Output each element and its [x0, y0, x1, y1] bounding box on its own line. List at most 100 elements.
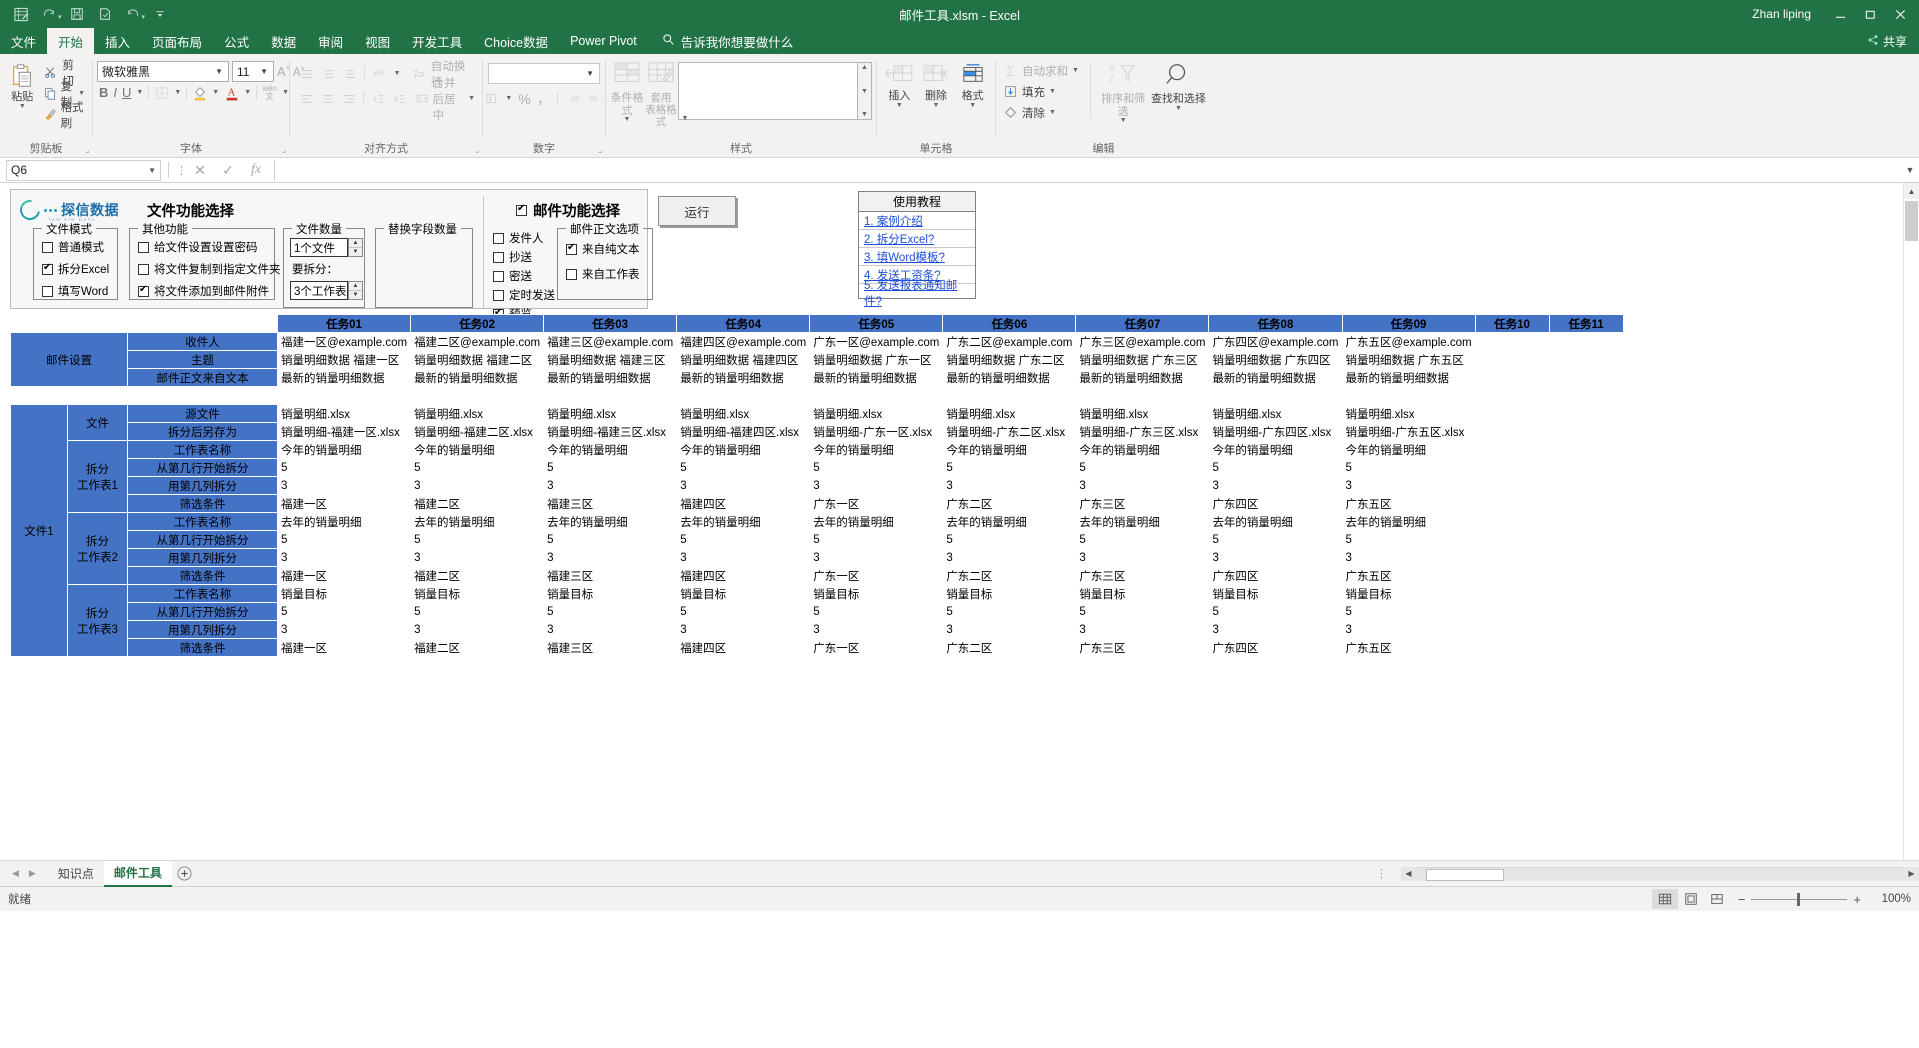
insert-cells-caret[interactable]: ▼: [896, 102, 903, 109]
cell-f0-0-0[interactable]: 销量明细.xlsx: [276, 404, 412, 423]
cell-f3-3-4[interactable]: 广东一区: [809, 638, 944, 657]
hscroll-right-icon[interactable]: ▶: [1904, 866, 1919, 881]
sheet-tab-splitter[interactable]: ⋮: [1362, 867, 1401, 880]
cell-f3-3-9[interactable]: [1474, 638, 1550, 657]
cell-f1-3-2[interactable]: 福建三区: [543, 494, 678, 513]
mail-options-list[interactable]: 发件人 抄送 密送 定时发送 预览: [493, 230, 555, 322]
column-header-task-7[interactable]: 任务07: [1075, 314, 1210, 333]
table-row[interactable]: 拆分 工作表1 工作表名称 今年的销量明细 今年的销量明细 今年的销量明细 今年的销量明细今…: [11, 440, 1624, 513]
tutorial-link-2[interactable]: 2. 拆分Excel?: [859, 230, 975, 248]
cell-f1-0-4[interactable]: 今年的销量明细: [809, 440, 944, 459]
formula-bar-grip[interactable]: ⋮: [176, 164, 187, 177]
cell-f1-0-8[interactable]: 今年的销量明细: [1341, 440, 1476, 459]
cell-f3-0-3[interactable]: 销量目标: [676, 584, 811, 603]
tab-developer[interactable]: 开发工具: [401, 28, 473, 54]
table-row[interactable]: 从第几行开始拆分 5 5 5 5 5 5 5 5 5: [11, 530, 1624, 549]
cell-mail-2-5[interactable]: 最新的销量明细数据: [942, 368, 1077, 387]
cell-f0-1-8[interactable]: 销量明细-广东五区.xlsx: [1341, 422, 1476, 441]
insert-function-icon[interactable]: fx: [242, 162, 270, 178]
tab-choice-data[interactable]: Choice数据: [473, 28, 559, 54]
column-header-task-6[interactable]: 任务06: [942, 314, 1077, 333]
fill-color-caret[interactable]: ▼: [212, 89, 219, 96]
user-account-name[interactable]: Zhan liping: [1752, 7, 1811, 21]
cell-f3-0-5[interactable]: 销量目标: [942, 584, 1077, 603]
table-row[interactable]: 主题 销量明细数据 福建一区 销量明细数据 福建二区 销量明细数据 福建三区 销量明细数…: [11, 350, 1624, 369]
cell-f2-0-7[interactable]: 去年的销量明细: [1208, 512, 1343, 531]
save-icon[interactable]: [64, 2, 90, 26]
zoom-percentage[interactable]: 100%: [1869, 893, 1911, 905]
cell-f1-1-7[interactable]: 5: [1208, 458, 1343, 477]
cell-f3-1-5[interactable]: 5: [942, 602, 1077, 621]
cell-f3-2-10[interactable]: [1548, 620, 1624, 639]
formula-input[interactable]: [274, 159, 1901, 181]
cell-mail-2-3[interactable]: 最新的销量明细数据: [676, 368, 811, 387]
last-sheet-icon[interactable]: ▶: [29, 868, 36, 879]
cell-mail-2-0[interactable]: 最新的销量明细数据: [276, 368, 412, 387]
cell-mail-2-10[interactable]: [1548, 368, 1624, 387]
table-row[interactable]: 拆分后另存为 销量明细-福建一区.xlsx 销量明细-福建二区.xlsx 销量明细-福…: [11, 422, 1624, 441]
cell-f3-0-7[interactable]: 销量目标: [1208, 584, 1343, 603]
align-left-icon[interactable]: [300, 91, 314, 106]
file-count-spin-down-icon[interactable]: ▼: [349, 248, 362, 256]
cell-f3-0-4[interactable]: 销量目标: [809, 584, 944, 603]
cell-f3-3-2[interactable]: 福建三区: [543, 638, 678, 657]
cell-f3-1-1[interactable]: 5: [410, 602, 545, 621]
cell-f2-0-8[interactable]: 去年的销量明细: [1341, 512, 1476, 531]
cell-f3-2-3[interactable]: 3: [676, 620, 811, 639]
cell-f2-0-10[interactable]: [1548, 512, 1624, 531]
cell-f0-1-5[interactable]: 销量明细-广东二区.xlsx: [942, 422, 1077, 441]
cell-f1-3-6[interactable]: 广东三区: [1075, 494, 1210, 513]
merge-center-caret[interactable]: ▼: [468, 95, 475, 102]
cell-f2-1-9[interactable]: [1474, 530, 1550, 549]
cell-f0-0-3[interactable]: 销量明细.xlsx: [676, 404, 811, 423]
table-row[interactable]: 从第几行开始拆分 5 5 5 5 5 5 5 5 5: [11, 602, 1624, 621]
cell-f1-2-3[interactable]: 3: [676, 476, 811, 495]
conditional-formatting-button[interactable]: 条件格式 ▼: [610, 59, 644, 123]
cell-f1-1-5[interactable]: 5: [942, 458, 1077, 477]
cell-f1-3-1[interactable]: 福建二区: [410, 494, 545, 513]
conditional-formatting-caret[interactable]: ▼: [624, 116, 631, 123]
redo-dropdown-caret[interactable]: ▾: [58, 7, 62, 21]
cell-f0-0-1[interactable]: 销量明细.xlsx: [410, 404, 545, 423]
align-top-icon[interactable]: [300, 66, 314, 81]
cell-f0-0-6[interactable]: 销量明细.xlsx: [1075, 404, 1210, 423]
number-format-caret[interactable]: ▼: [583, 69, 597, 78]
column-header-task-11[interactable]: 任务11: [1548, 314, 1624, 333]
table-row[interactable]: 筛选条件 福建一区 福建二区 福建三区 福建四区 广东一区 广东二区 广东三区 广东四区 广东五区: [11, 494, 1624, 513]
cell-f2-1-3[interactable]: 5: [676, 530, 811, 549]
worksheet-area[interactable]: 探信数据 TAN XIN DATA 文件功能选择 邮件功能选择 文件模式 普通模…: [0, 183, 1919, 861]
vertical-scroll-thumb[interactable]: [1905, 201, 1918, 241]
paste-button[interactable]: 粘贴 ▼: [4, 61, 41, 110]
cell-f2-3-9[interactable]: [1474, 566, 1550, 585]
table-row[interactable]: 筛选条件 福建一区 福建二区 福建三区 福建四区 广东一区 广东二区 广东三区 广东四区 广东五区: [11, 638, 1624, 657]
styles-more-icon[interactable]: ▼: [861, 111, 868, 118]
autosum-button[interactable]: Σ 自动求和 ▼: [1000, 60, 1088, 81]
cell-f1-1-10[interactable]: [1548, 458, 1624, 477]
cell-mail-0-5[interactable]: 广东二区@example.com: [942, 332, 1077, 351]
cell-mail-1-0[interactable]: 销量明细数据 福建一区: [276, 350, 412, 369]
styles-scroll-down-icon[interactable]: ▼: [861, 88, 868, 95]
decrease-indent-icon[interactable]: [371, 91, 385, 106]
cell-mail-0-3[interactable]: 福建四区@example.com: [676, 332, 811, 351]
close-button[interactable]: [1885, 0, 1915, 28]
cell-f0-0-4[interactable]: 销量明细.xlsx: [809, 404, 944, 423]
cell-f3-2-5[interactable]: 3: [942, 620, 1077, 639]
cell-f0-1-1[interactable]: 销量明细-福建二区.xlsx: [410, 422, 545, 441]
cell-mail-1-5[interactable]: 销量明细数据 广东二区: [942, 350, 1077, 369]
cell-mail-0-10[interactable]: [1548, 332, 1624, 351]
clear-button[interactable]: 清除 ▼: [1000, 102, 1088, 123]
cell-mail-2-4[interactable]: 最新的销量明细数据: [809, 368, 944, 387]
cell-f2-3-0[interactable]: 福建一区: [276, 566, 412, 585]
hscroll-left-icon[interactable]: ◀: [1401, 866, 1416, 881]
tab-insert[interactable]: 插入: [94, 28, 141, 54]
format-cells-caret[interactable]: ▼: [969, 102, 976, 109]
quick-access-toolbar[interactable]: ▾ ▾: [0, 2, 173, 26]
cell-f0-1-2[interactable]: 销量明细-福建三区.xlsx: [543, 422, 678, 441]
cell-mail-1-3[interactable]: 销量明细数据 福建四区: [676, 350, 811, 369]
cell-f2-2-6[interactable]: 3: [1075, 548, 1210, 567]
cell-mail-1-4[interactable]: 销量明细数据 广东一区: [809, 350, 944, 369]
confirm-icon[interactable]: ✓: [214, 162, 242, 179]
cell-f0-1-10[interactable]: [1548, 422, 1624, 441]
cell-mail-0-2[interactable]: 福建三区@example.com: [543, 332, 678, 351]
cell-styles-scrollbar[interactable]: ▲ ▼ ▼: [858, 62, 872, 120]
